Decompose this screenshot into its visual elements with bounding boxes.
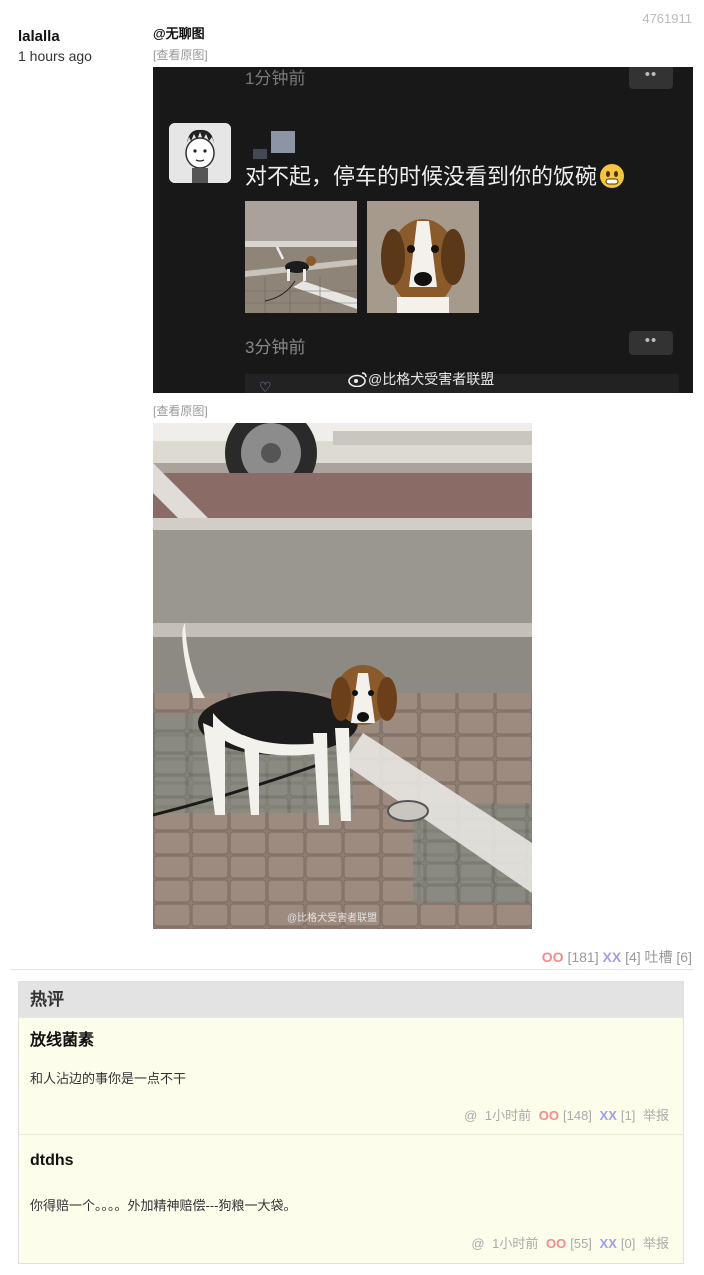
tucao-button[interactable]: 吐槽	[645, 949, 673, 965]
tucao-count: [6]	[676, 949, 692, 965]
oo-count: [181]	[567, 949, 599, 965]
post-image-chat-screenshot[interactable]: 1分钟前 •• 对不起，停车的时候没看到你的饭碗 3分钟前 •• ♡ @比格犬受…	[153, 67, 693, 393]
comment-text: 你得赔一个。。。。外加精神赔偿---狗粮一大袋。	[30, 1198, 297, 1213]
comment-oo-button[interactable]: OO	[546, 1236, 566, 1251]
xx-count: [4]	[625, 949, 641, 965]
thumbnail-dog-face	[367, 201, 479, 313]
post-id[interactable]: 4761911	[642, 11, 692, 26]
post-tag[interactable]: @无聊图	[153, 23, 205, 42]
post-votes: OO [181] XX [4] 吐槽 [6]	[542, 947, 692, 967]
divider	[10, 969, 694, 970]
avatar	[169, 123, 231, 183]
hot-comments: 热评 放线菌素 和人沾边的事你是一点不干 @ 1小时前 OO [148] XX [1…	[18, 981, 684, 1264]
heart-icon: ♡	[259, 379, 272, 393]
hot-comments-title: 热评	[19, 982, 683, 1017]
comment-author[interactable]: 放线菌素	[30, 1026, 94, 1050]
blurred-username	[271, 131, 295, 153]
image-watermark-2: @比格犬受害者联盟	[287, 913, 378, 924]
report-button[interactable]: 举报	[643, 1236, 669, 1251]
comment-time: 1小时前	[492, 1236, 539, 1251]
reply-at-button[interactable]: @	[464, 1108, 477, 1123]
blurred-username-mark	[253, 149, 267, 159]
comment-item: 放线菌素 和人沾边的事你是一点不干 @ 1小时前 OO [148] XX [1] 举…	[19, 1017, 683, 1134]
xx-button[interactable]: XX	[602, 949, 621, 965]
comment-xx-button[interactable]: XX	[600, 1236, 617, 1251]
image-timestamp-bottom: 3分钟前	[245, 338, 306, 357]
comment-oo-button[interactable]: OO	[539, 1108, 559, 1123]
comment-xx-count: [0]	[620, 1236, 636, 1251]
chat-message: 对不起，停车的时候没看到你的饭碗	[245, 159, 625, 191]
comment-time: 1小时前	[484, 1108, 532, 1123]
post-time: 1 hours ago	[18, 48, 92, 64]
comment-item: dtdhs 你得赔一个。。。。外加精神赔偿---狗粮一大袋。 @ 1小时前 OO…	[19, 1134, 683, 1262]
post-image-beagle-photo[interactable]: @比格犬受害者联盟	[153, 423, 532, 929]
comment-author[interactable]: dtdhs	[30, 1152, 74, 1170]
comment-oo-count: [55]	[570, 1236, 592, 1251]
more-button: ••	[629, 67, 673, 89]
weibo-icon	[348, 371, 368, 388]
post-author[interactable]: lalalla	[18, 28, 60, 45]
comment-meta: @ 1小时前 OO [148] XX [1] 举报	[460, 1105, 669, 1124]
image-timestamp-top: 1分钟前	[245, 69, 306, 88]
view-original-link-2[interactable]: [查看原图]	[153, 402, 208, 419]
view-original-link[interactable]: [查看原图]	[153, 46, 208, 63]
report-button[interactable]: 举报	[643, 1108, 669, 1123]
comment-oo-count: [148]	[563, 1108, 592, 1123]
image-watermark: @比格犬受害者联盟	[348, 369, 494, 389]
comment-meta: @ 1小时前 OO [55] XX [0] 举报	[467, 1233, 669, 1252]
oo-button[interactable]: OO	[542, 949, 564, 965]
more-button-2: ••	[629, 331, 673, 355]
comment-xx-button[interactable]: XX	[600, 1108, 617, 1123]
face-emoji-icon	[597, 164, 625, 189]
comment-text: 和人沾边的事你是一点不干	[30, 1071, 187, 1086]
comment-xx-count: [1]	[620, 1108, 636, 1123]
thumbnail-dog-street	[245, 201, 357, 313]
reply-at-button[interactable]: @	[471, 1236, 484, 1251]
